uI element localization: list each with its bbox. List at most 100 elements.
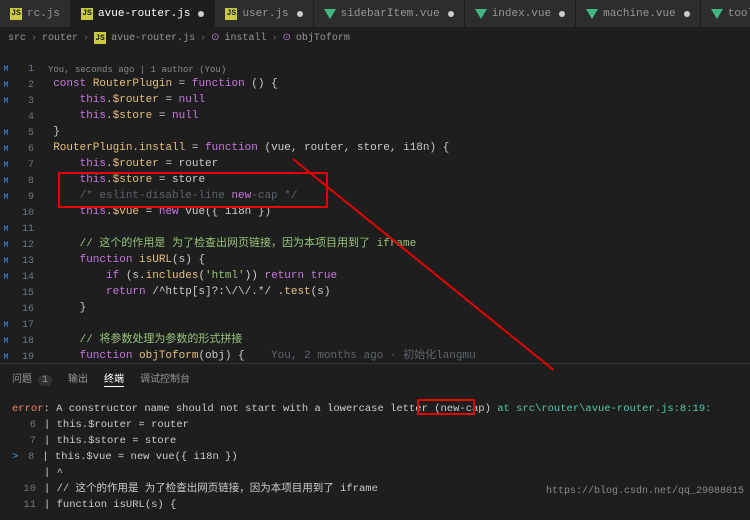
code-line[interactable]: /* eslint-disable-line new-cap */ — [40, 188, 750, 204]
code-area[interactable]: You, seconds ago | 1 author (You) const … — [40, 48, 750, 363]
vue-icon — [324, 9, 336, 19]
tab-terminal[interactable]: 终端 — [104, 370, 124, 387]
line-number: 15 — [12, 286, 34, 302]
modified-marker: M — [0, 350, 12, 363]
crumb-file[interactable]: avue-router.js — [111, 33, 195, 44]
watermark: https://blog.csdn.net/qq_29088015 — [546, 486, 744, 497]
crumb-symbol[interactable]: install — [224, 33, 266, 44]
line-number: 3 — [12, 94, 34, 110]
tab-sidebarItem.vue[interactable]: sidebarItem.vue — [314, 0, 465, 27]
tab-label: sidebarItem.vue — [341, 8, 440, 20]
breadcrumb: src› router› JS avue-router.js› ⊙ instal… — [0, 28, 750, 48]
tab-output[interactable]: 输出 — [68, 370, 88, 387]
code-line[interactable]: const RouterPlugin = function () { — [40, 76, 750, 92]
tab-user.js[interactable]: JS user.js — [215, 0, 313, 27]
modified-marker: M — [0, 94, 12, 110]
modified-marker: M — [0, 126, 12, 142]
code-line[interactable] — [40, 316, 750, 332]
line-number: 2 — [12, 78, 34, 94]
code-line[interactable]: RouterPlugin.install = function (vue, ro… — [40, 140, 750, 156]
tab-machine.vue[interactable]: machine.vue — [576, 0, 701, 27]
modified-marker: M — [0, 254, 12, 270]
tab-problems[interactable]: 问题 1 — [12, 370, 52, 387]
tab-label: index.vue — [492, 8, 551, 20]
dirty-icon — [559, 11, 565, 17]
line-number: 7 — [12, 158, 34, 174]
code-line[interactable]: this.$router = router — [40, 156, 750, 172]
dirty-icon — [448, 11, 454, 17]
tab-avue-router.js[interactable]: JS avue-router.js — [71, 0, 215, 27]
code-line[interactable]: this.$router = null — [40, 92, 750, 108]
modified-marker: M — [0, 270, 12, 286]
modified-marker: M — [0, 222, 12, 238]
modified-bar: MMMMMMMMMMMMMMMMMMMM — [0, 48, 12, 363]
method-icon: ⊙ — [211, 32, 219, 44]
line-number: 16 — [12, 302, 34, 318]
code-line[interactable]: return /^http[s]?:\/\/.*/ .test(s) — [40, 284, 750, 300]
dirty-icon — [198, 11, 204, 17]
error-rule: (new-cap) — [434, 403, 491, 415]
method-icon: ⊙ — [283, 32, 291, 44]
error-label: error — [12, 403, 44, 415]
line-number: 17 — [12, 318, 34, 334]
code-line[interactable]: this.$store = store — [40, 172, 750, 188]
line-number: 8 — [12, 174, 34, 190]
tab-label: user.js — [242, 8, 288, 20]
dirty-icon — [684, 11, 690, 17]
line-number: 4 — [12, 110, 34, 126]
tab-label: tool.vue — [728, 8, 750, 20]
code-line[interactable]: this.$store = null — [40, 108, 750, 124]
line-number: 12 — [12, 238, 34, 254]
tab-index.vue[interactable]: index.vue — [465, 0, 576, 27]
tab-debug[interactable]: 调试控制台 — [140, 370, 190, 387]
line-number: 6 — [12, 142, 34, 158]
code-line[interactable]: // 这个的作用是 为了检查出网页链接，因为本项目用到了 iframe — [40, 236, 750, 252]
js-icon: JS — [94, 32, 106, 44]
modified-marker: M — [0, 190, 12, 206]
modified-marker: M — [0, 334, 12, 350]
dirty-icon — [297, 11, 303, 17]
js-icon: JS — [10, 8, 22, 20]
line-number: 1 — [12, 62, 34, 78]
tab-label: machine.vue — [603, 8, 676, 20]
tab-label: rc.js — [27, 8, 60, 20]
tab-label: avue-router.js — [98, 8, 190, 20]
code-line[interactable]: // 将参数处理为参数的形式拼接 — [40, 332, 750, 348]
code-line[interactable]: this.$vue = new vue({ i18n }) — [40, 204, 750, 220]
code-line[interactable]: function isURL(s) { — [40, 252, 750, 268]
crumb-folder[interactable]: src — [8, 33, 26, 44]
crumb-symbol[interactable]: objToform — [296, 33, 350, 44]
tab-rc.js[interactable]: JS rc.js — [0, 0, 71, 27]
code-line[interactable]: if (s.includes('html')) return true — [40, 268, 750, 284]
modified-marker: M — [0, 78, 12, 94]
modified-marker: M — [0, 142, 12, 158]
modified-marker: M — [0, 158, 12, 174]
code-line[interactable] — [40, 220, 750, 236]
code-line[interactable]: function objToform(obj) { You, 2 months … — [40, 348, 750, 363]
line-number: 5 — [12, 126, 34, 142]
modified-marker: M — [0, 174, 12, 190]
modified-marker: M — [0, 318, 12, 334]
line-number: 11 — [12, 222, 34, 238]
line-gutter: 1234567891011121314151617181920 — [12, 48, 40, 363]
code-lens[interactable]: You, seconds ago | 1 author (You) — [40, 62, 750, 76]
terminal-output[interactable]: error: A constructor name should not sta… — [0, 393, 750, 520]
line-number: 10 — [12, 206, 34, 222]
panel-tabs: 问题 1 输出 终端 调试控制台 — [0, 363, 750, 393]
crumb-folder[interactable]: router — [42, 33, 78, 44]
vue-icon — [711, 9, 723, 19]
line-number: 18 — [12, 334, 34, 350]
js-icon: JS — [225, 8, 237, 20]
line-number: 13 — [12, 254, 34, 270]
line-number: 14 — [12, 270, 34, 286]
js-icon: JS — [81, 8, 93, 20]
code-editor[interactable]: MMMMMMMMMMMMMMMMMMMM 1234567891011121314… — [0, 48, 750, 363]
code-line[interactable]: } — [40, 300, 750, 316]
modified-marker: M — [0, 62, 12, 78]
vue-icon — [475, 9, 487, 19]
line-number: 9 — [12, 190, 34, 206]
tab-bar: JS rc.js JS avue-router.js JS user.js sidebarI… — [0, 0, 750, 28]
code-line[interactable]: } — [40, 124, 750, 140]
tab-tool.vue[interactable]: tool.vue — [701, 0, 750, 27]
vue-icon — [586, 9, 598, 19]
